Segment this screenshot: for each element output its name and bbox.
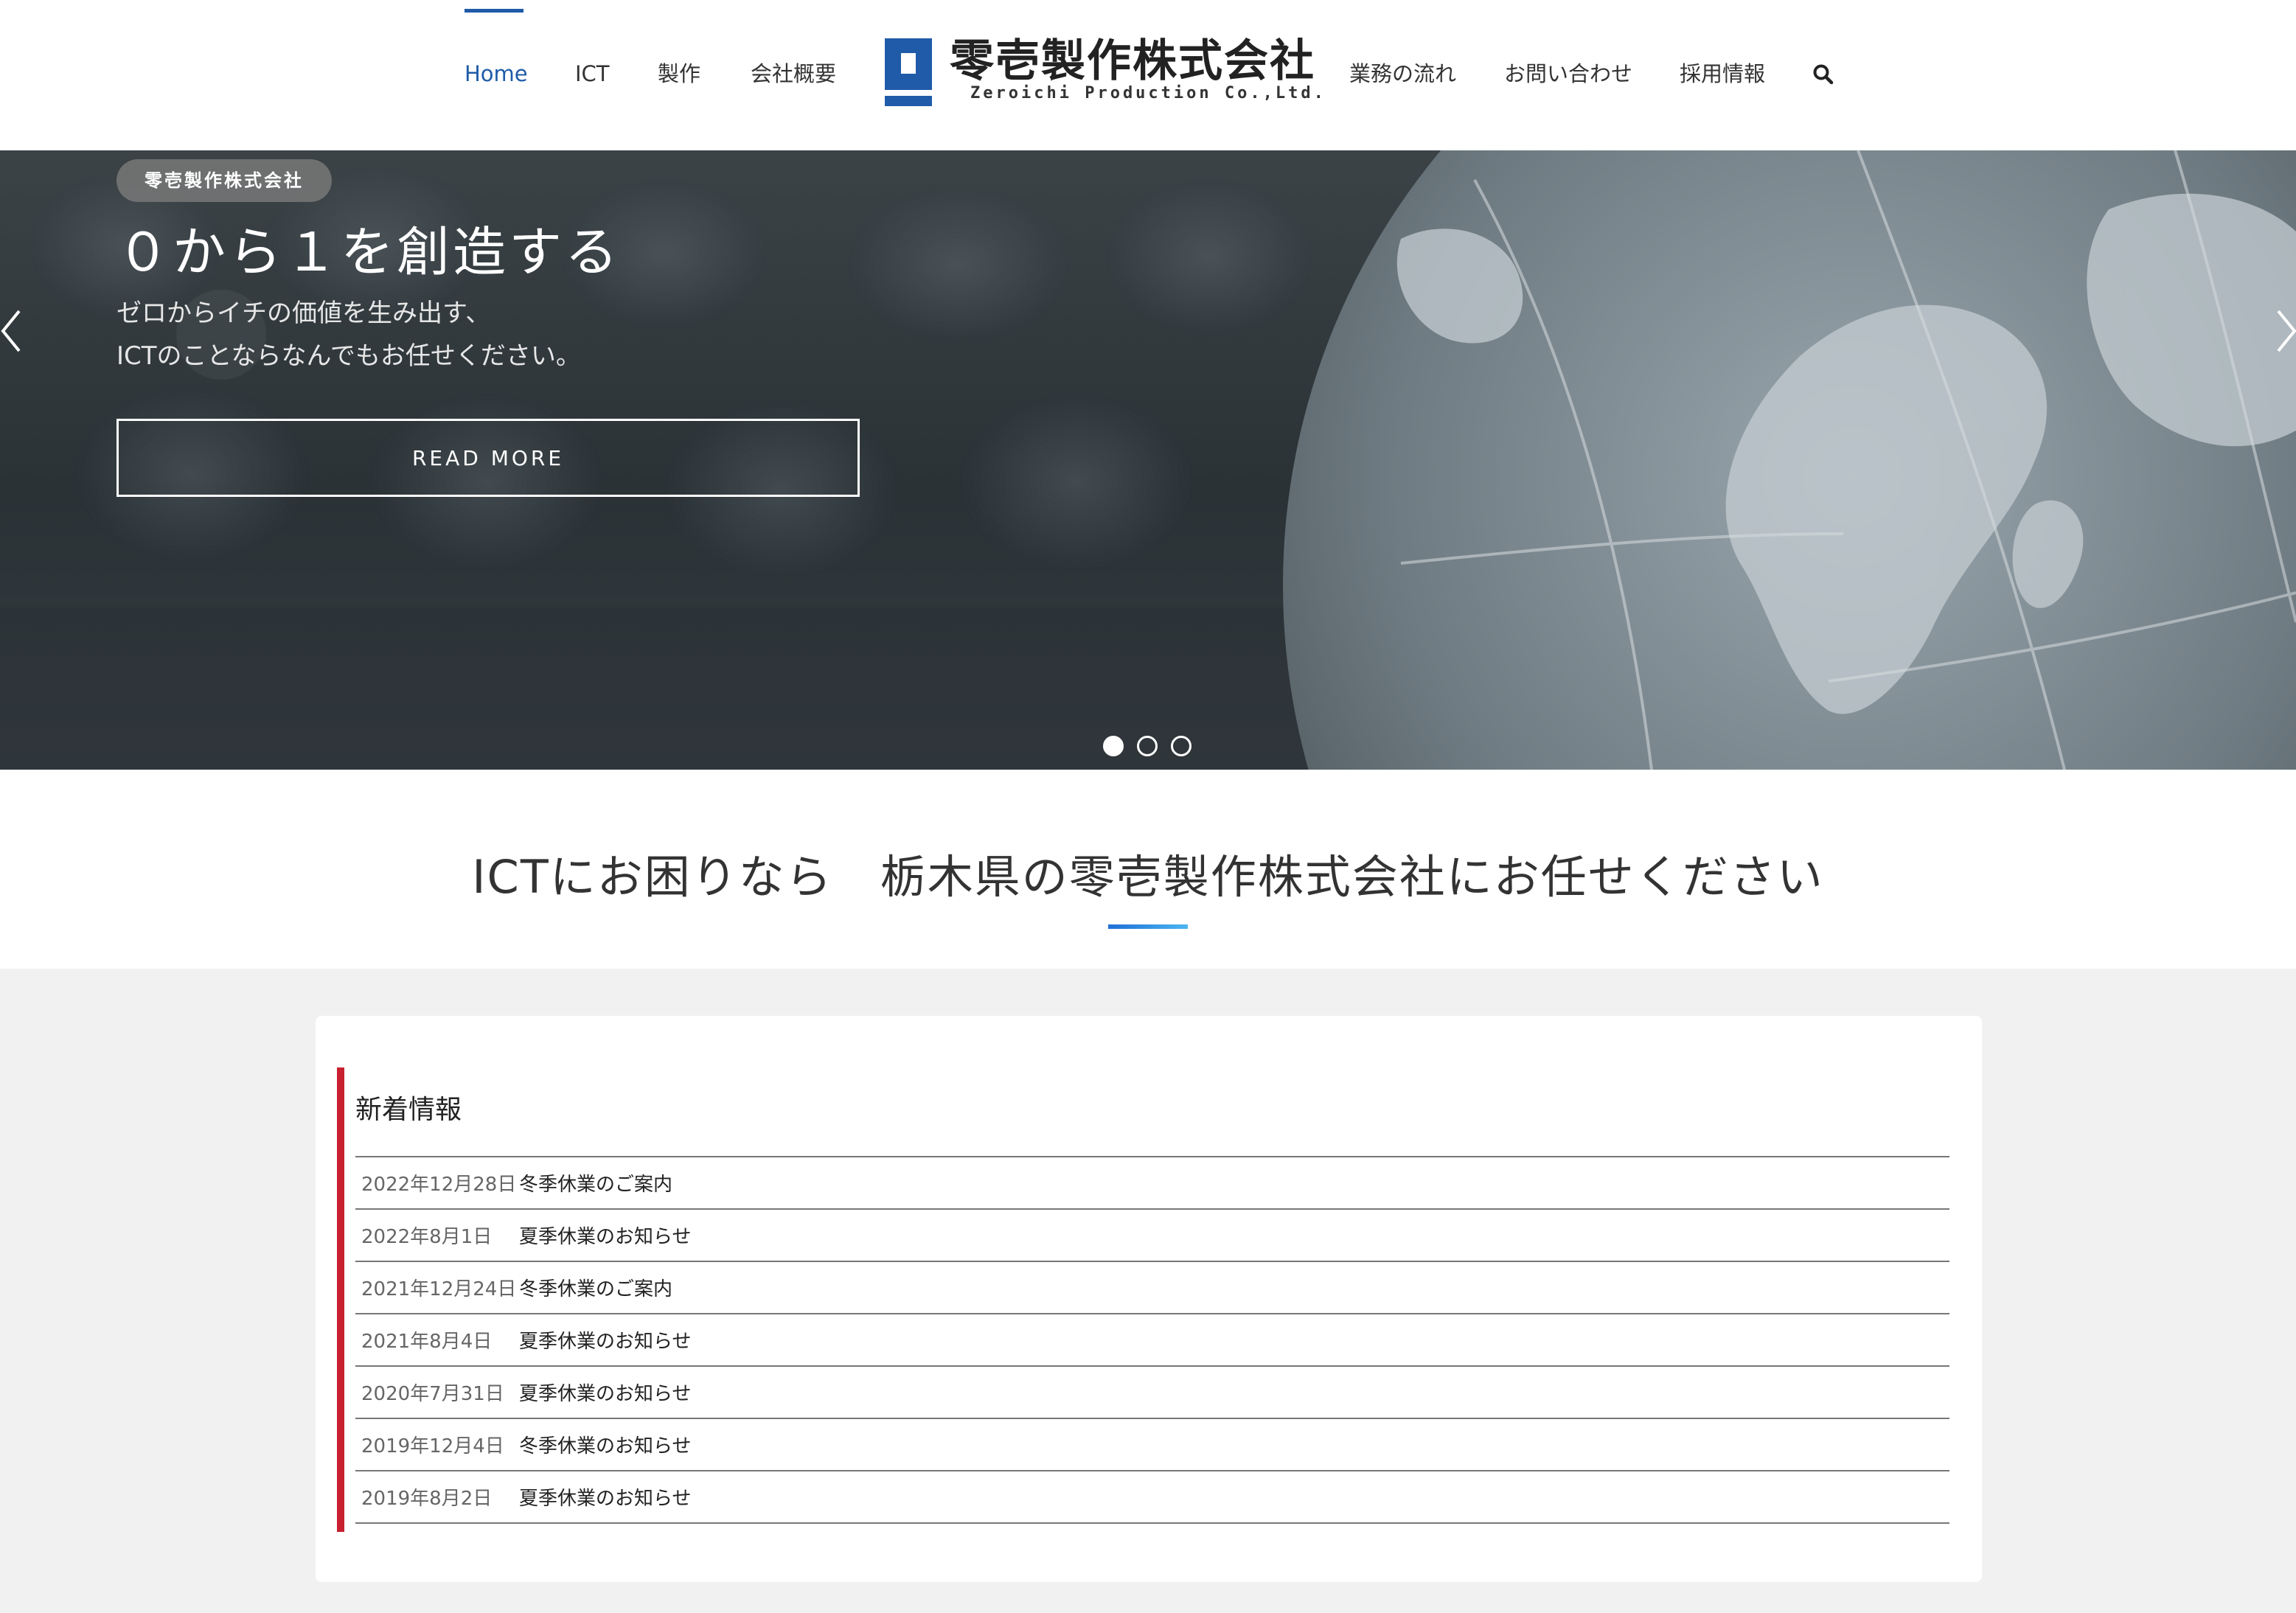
nav-company-overview[interactable]: 会社概要 — [751, 56, 836, 91]
news-link[interactable]: 夏季休業のお知らせ — [519, 1326, 691, 1354]
news-item[interactable]: 2019年8月2日 夏季休業のお知らせ — [355, 1471, 1949, 1524]
news-date: 2022年8月1日 — [361, 1226, 493, 1248]
nav-recruit[interactable]: 採用情報 — [1680, 56, 1765, 91]
slider-dot-1[interactable] — [1103, 736, 1124, 756]
news-item[interactable]: 2019年12月4日 冬季休業のお知らせ — [355, 1419, 1949, 1471]
nav-workflow[interactable]: 業務の流れ — [1349, 56, 1456, 91]
news-link[interactable]: 夏季休業のお知らせ — [519, 1483, 691, 1511]
news-item[interactable]: 2020年7月31日 夏季休業のお知らせ — [355, 1367, 1949, 1419]
slider-next-icon[interactable] — [2271, 305, 2296, 357]
logo-english-name: Zeroichi Production Co.,Ltd. — [970, 84, 1326, 102]
news-date: 2020年7月31日 — [361, 1383, 504, 1405]
logo-company-name: 零壱製作株式会社 — [950, 35, 1315, 87]
read-more-button[interactable]: READ MORE — [116, 419, 860, 497]
news-link[interactable]: 冬季休業のご案内 — [519, 1274, 672, 1301]
news-date: 2021年12月24日 — [361, 1278, 517, 1300]
news-link[interactable]: 夏季休業のお知らせ — [519, 1222, 691, 1249]
news-date: 2019年8月2日 — [361, 1488, 493, 1510]
headline-underline — [1108, 924, 1188, 929]
news-date: 2022年12月28日 — [361, 1174, 517, 1196]
nav-home[interactable]: Home — [465, 56, 528, 91]
news-item[interactable]: 2021年12月24日 冬季休業のご案内 — [355, 1262, 1949, 1314]
slider-dot-3[interactable] — [1171, 736, 1192, 756]
news-date: 2021年8月4日 — [361, 1331, 493, 1353]
news-item[interactable]: 2022年8月1日 夏季休業のお知らせ — [355, 1210, 1949, 1262]
section-headline: ICTにお困りなら 栃木県の零壱製作株式会社にお任せください — [472, 850, 1824, 904]
company-logo[interactable]: 零壱製作株式会社 Zeroichi Production Co.,Ltd. — [885, 35, 1323, 108]
hero-description-line-2: ICTのことならなんでもお任せください。 — [116, 341, 581, 371]
nav-contact[interactable]: お問い合わせ — [1504, 56, 1632, 91]
news-item[interactable]: 2022年12月28日 冬季休業のご案内 — [355, 1157, 1949, 1210]
news-link[interactable]: 夏季休業のお知らせ — [519, 1379, 691, 1406]
nav-ict[interactable]: ICT — [575, 56, 610, 91]
site-header: Home ICT 製作 会社概要 零壱製作株式会社 Zeroichi Produ… — [0, 0, 2296, 150]
logo-mark-icon — [885, 38, 932, 106]
hero-description: ゼロからイチの価値を生み出す、 ICTのことならなんでもお任せください。 — [116, 292, 581, 377]
news-list: 2022年12月28日 冬季休業のご案内 2022年8月1日 夏季休業のお知らせ 2… — [355, 1156, 1949, 1524]
news-date: 2019年12月4日 — [361, 1435, 504, 1457]
hero-title: ０から１を創造する — [116, 221, 622, 283]
slider-dot-2[interactable] — [1137, 736, 1158, 756]
search-icon[interactable] — [1812, 63, 1834, 86]
news-link[interactable]: 冬季休業のご案内 — [519, 1169, 672, 1196]
nav-active-indicator — [465, 9, 523, 13]
hero-slider: 零壱製作株式会社 ０から１を創造する ゼロからイチの価値を生み出す、 ICTのこ… — [0, 150, 2296, 770]
nav-production[interactable]: 製作 — [658, 56, 700, 91]
news-accent-bar — [337, 1067, 344, 1532]
slider-prev-icon[interactable] — [0, 305, 29, 357]
news-title: 新着情報 — [355, 1095, 462, 1125]
hero-badge: 零壱製作株式会社 — [116, 159, 332, 202]
news-link[interactable]: 冬季休業のお知らせ — [519, 1431, 691, 1458]
news-item[interactable]: 2021年8月4日 夏季休業のお知らせ — [355, 1314, 1949, 1367]
hero-description-line-1: ゼロからイチの価値を生み出す、 — [116, 299, 491, 328]
slider-pagination — [1103, 736, 1192, 756]
